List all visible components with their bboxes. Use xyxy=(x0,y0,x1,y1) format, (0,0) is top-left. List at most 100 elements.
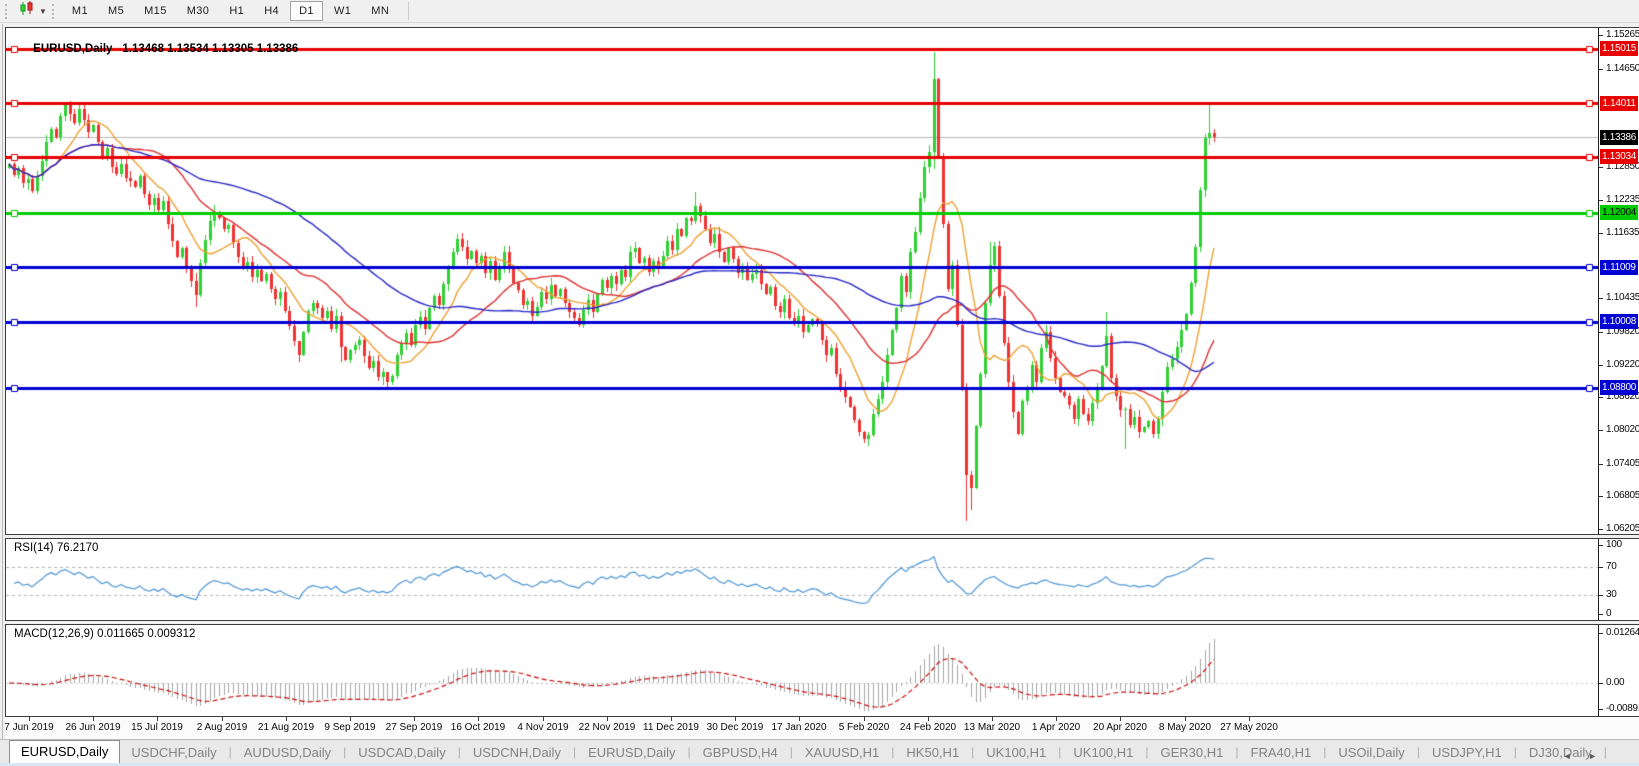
candlestick-chart-icon xyxy=(19,1,36,21)
timeframe-button-w1[interactable]: W1 xyxy=(325,1,360,21)
time-axis-tick xyxy=(93,717,94,721)
time-axis-tick xyxy=(864,717,865,721)
price-axis-tick: 1.07405 xyxy=(1599,464,1639,465)
tick-mark xyxy=(1599,709,1603,710)
price-axis-tick: 1.06805 xyxy=(1599,496,1639,497)
time-axis-tick xyxy=(350,717,351,721)
price-label-1.11009: 1.11009 xyxy=(1600,260,1638,275)
tick-mark xyxy=(1599,233,1603,234)
tab-gbpusd-h4[interactable]: GBPUSD,H4 xyxy=(692,742,789,763)
rsi-axis-tick-label: 100 xyxy=(1606,539,1622,550)
macd-axis-tick-label: 0.012645 xyxy=(1606,627,1639,638)
time-axis-tick xyxy=(543,717,544,721)
tab-xauusd-h1[interactable]: XAUUSD,H1 xyxy=(794,742,890,763)
price-axis-tick-label: 1.06805 xyxy=(1606,490,1639,501)
tick-mark xyxy=(1599,614,1603,615)
date-label: 11 Dec 2019 xyxy=(643,722,699,733)
time-axis[interactable]: 7 Jun 201926 Jun 201915 Jul 20192 Aug 20… xyxy=(5,717,1639,739)
timeframe-button-d1[interactable]: D1 xyxy=(290,1,323,21)
tab-uk100-h1[interactable]: UK100,H1 xyxy=(975,742,1057,763)
tab-scroll-right-icon[interactable]: ► xyxy=(1588,751,1597,761)
date-label: 17 Jan 2020 xyxy=(771,722,826,733)
tick-mark xyxy=(1599,633,1603,634)
tick-mark xyxy=(1599,35,1603,36)
time-axis-tick xyxy=(1120,717,1121,721)
date-label: 26 Jun 2019 xyxy=(65,722,120,733)
timeframe-button-mn[interactable]: MN xyxy=(362,1,398,21)
price-axis-tick-label: 1.07405 xyxy=(1606,458,1639,469)
time-axis-tick xyxy=(735,717,736,721)
macd-canvas[interactable] xyxy=(6,625,1598,716)
date-label: 20 Apr 2020 xyxy=(1093,722,1147,733)
rsi-canvas[interactable] xyxy=(6,539,1598,620)
toolbar-grip[interactable] xyxy=(5,4,11,19)
tick-mark xyxy=(1599,430,1603,431)
price-axis-tick: 1.08020 xyxy=(1599,430,1639,431)
macd-axis-tick: -0.00891 xyxy=(1599,709,1639,710)
price-axis-tick: 1.12235 xyxy=(1599,200,1639,201)
date-label: 4 Nov 2019 xyxy=(517,722,568,733)
time-axis-tick xyxy=(1249,717,1250,721)
time-axis-tick xyxy=(607,717,608,721)
price-axis[interactable]: 1.152651.146501.128501.122351.116351.104… xyxy=(1598,28,1639,534)
timeframe-button-h1[interactable]: H1 xyxy=(220,1,253,21)
rsi-axis[interactable]: 10070300 xyxy=(1598,539,1639,620)
date-label: 22 Nov 2019 xyxy=(579,722,636,733)
rsi-axis-tick-label: 70 xyxy=(1606,561,1617,572)
price-axis-tick: 1.09820 xyxy=(1599,332,1639,333)
macd-axis-tick-label: -0.00891 xyxy=(1606,703,1639,714)
tab-separator: | xyxy=(1603,742,1608,763)
tab-eurusd-daily[interactable]: EURUSD,Daily xyxy=(577,742,686,763)
time-axis-tick xyxy=(928,717,929,721)
tick-mark xyxy=(1599,595,1603,596)
time-axis-tick xyxy=(799,717,800,721)
timeframe-button-group: M1M5M15M30H1H4D1W1MN xyxy=(63,1,400,21)
tab-usdjpy-h1[interactable]: USDJPY,H1 xyxy=(1421,742,1513,763)
time-axis-tick xyxy=(286,717,287,721)
rsi-axis-tick: 100 xyxy=(1599,545,1639,546)
toolbar: ▼ M1M5M15M30H1H4D1W1MN xyxy=(0,0,1639,23)
tab-hk50-h1[interactable]: HK50,H1 xyxy=(895,742,970,763)
macd-axis[interactable]: 0.0126450.00-0.00891 xyxy=(1598,625,1639,716)
tab-ger30-h1[interactable]: GER30,H1 xyxy=(1150,742,1235,763)
tab-uk100-h1[interactable]: UK100,H1 xyxy=(1062,742,1144,763)
tick-mark xyxy=(1599,365,1603,366)
tab-usdchf-daily[interactable]: USDCHF,Daily xyxy=(120,742,227,763)
macd-panel: MACD(12,26,9) 0.011665 0.009312 0.012645… xyxy=(5,624,1639,717)
price-axis-tick: 1.12850 xyxy=(1599,167,1639,168)
chart-type-dropdown[interactable]: ▼ xyxy=(16,1,50,21)
rsi-axis-tick: 0 xyxy=(1599,614,1639,615)
timeframe-button-m1[interactable]: M1 xyxy=(63,1,97,21)
main-chart-canvas[interactable] xyxy=(6,28,1598,534)
time-axis-tick xyxy=(1185,717,1186,721)
tab-usoil-daily[interactable]: USOil,Daily xyxy=(1327,742,1415,763)
tab-usdcnh-daily[interactable]: USDCNH,Daily xyxy=(462,742,572,763)
price-label-1.14011: 1.14011 xyxy=(1600,96,1638,111)
tab-fra40-h1[interactable]: FRA40,H1 xyxy=(1240,742,1323,763)
timeframe-button-m30[interactable]: M30 xyxy=(178,1,219,21)
macd-axis-tick: 0.012645 xyxy=(1599,633,1639,634)
price-axis-tick-label: 1.10435 xyxy=(1606,292,1639,303)
date-label: 13 Mar 2020 xyxy=(964,722,1020,733)
chevron-down-icon: ▼ xyxy=(39,7,47,16)
tab-usdcad-daily[interactable]: USDCAD,Daily xyxy=(347,742,456,763)
price-axis-tick-label: 1.14650 xyxy=(1606,63,1639,74)
timeframe-button-m5[interactable]: M5 xyxy=(99,1,133,21)
price-axis-tick-label: 1.06205 xyxy=(1606,523,1639,534)
tab-scroll-left-icon[interactable]: ◄ xyxy=(1563,751,1572,761)
timeframe-button-h4[interactable]: H4 xyxy=(255,1,288,21)
time-axis-tick xyxy=(478,717,479,721)
toolbar-grip[interactable] xyxy=(52,4,58,19)
chart-symbol-label: EURUSD,Daily xyxy=(33,43,112,55)
tick-mark xyxy=(1599,529,1603,530)
date-label: 27 May 2020 xyxy=(1220,722,1278,733)
date-label: 27 Sep 2019 xyxy=(386,722,443,733)
timeframe-button-m15[interactable]: M15 xyxy=(135,1,176,21)
tab-audusd-daily[interactable]: AUDUSD,Daily xyxy=(233,742,342,763)
tick-mark xyxy=(1599,167,1603,168)
tab-eurusd-daily[interactable]: EURUSD,Daily xyxy=(9,740,120,763)
time-axis-tick xyxy=(992,717,993,721)
rsi-header: RSI(14) 76.2170 xyxy=(14,542,98,554)
date-label: 16 Oct 2019 xyxy=(451,722,505,733)
tick-mark xyxy=(1599,397,1603,398)
